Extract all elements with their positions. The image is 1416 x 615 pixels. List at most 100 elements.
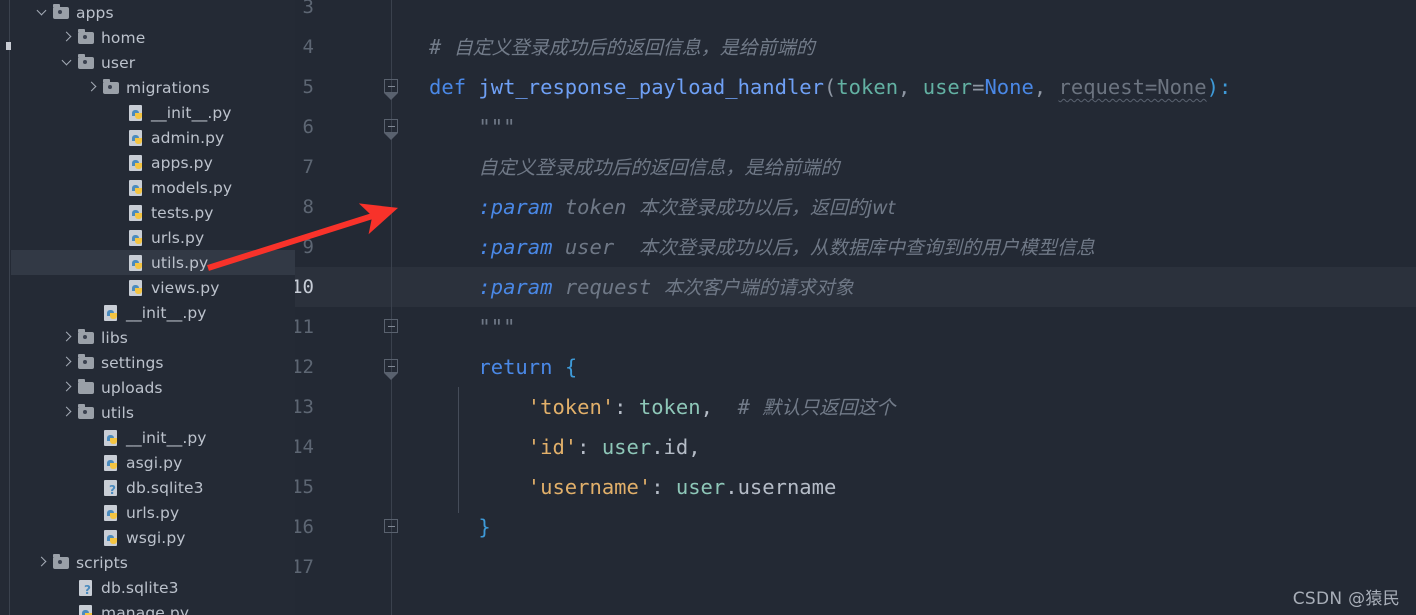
paren-open: ( (823, 75, 837, 99)
line-number-11: 11 (295, 316, 314, 338)
folder-dot (58, 10, 62, 14)
line-number-14: 14 (295, 436, 314, 458)
tree-item-uploads[interactable]: uploads (11, 375, 295, 400)
tree-item-modelspy[interactable]: models.py (11, 175, 295, 200)
chevron-down-icon[interactable] (36, 0, 51, 25)
brace-open: { (564, 355, 578, 379)
colon-sep-1: : (614, 395, 639, 419)
chevron-right-icon[interactable] (61, 375, 76, 400)
folder-module-icon (101, 79, 123, 97)
tree-item-apps[interactable]: apps (11, 0, 295, 25)
chevron-right-icon[interactable] (61, 325, 76, 350)
tree-item-home[interactable]: home (11, 25, 295, 50)
project-tree-list[interactable]: apps home user migrations __init__.py admin.p… (11, 0, 295, 615)
chevron-down-icon[interactable] (61, 50, 76, 75)
code-line-3[interactable] (392, 0, 1416, 27)
tree-item-label: tests.py (151, 203, 214, 222)
question-mark-glyph: ? (84, 582, 91, 597)
tree-item-label: uploads (101, 378, 163, 397)
tree-item-dbsqlite3[interactable]: ? db.sqlite3 (11, 475, 295, 500)
chevron-right-icon[interactable] (86, 75, 101, 100)
tree-item-dbsqlite3[interactable]: ? db.sqlite3 (11, 575, 295, 600)
code-line-5[interactable]: def jwt_response_payload_handler(token, … (392, 67, 1416, 107)
chevron-right-icon[interactable] (36, 550, 51, 575)
tree-item-initpy[interactable]: __init__.py (11, 100, 295, 125)
doc-param-name-user: user (564, 235, 615, 259)
tree-item-urlspy[interactable]: urls.py (11, 225, 295, 250)
tree-item-viewspy[interactable]: views.py (11, 275, 295, 300)
editor-area[interactable]: 3 4 5 6 7 8 9 10 11 12 13 14 15 16 17 # 自定义登录成功后的返回信息，… (295, 0, 1416, 615)
tree-item-migrations[interactable]: migrations (11, 75, 295, 100)
code-line-4[interactable]: # 自定义登录成功后的返回信息，是给前端的 (392, 27, 1416, 67)
code-line-7[interactable]: 自定义登录成功后的返回信息，是给前端的 (392, 147, 1416, 187)
chevron-right-icon[interactable] (61, 25, 76, 50)
code-line-16[interactable]: } (392, 507, 1416, 547)
tree-item-initpy[interactable]: __init__.py (11, 300, 295, 325)
folder-dot (58, 560, 62, 564)
tree-item-label: db.sqlite3 (101, 578, 179, 597)
folder-module-icon (76, 354, 98, 372)
doc-param-desc-token: 本次登录成功以后，返回的jwt (638, 197, 896, 219)
code-line-8[interactable]: :param token 本次登录成功以后，返回的jwt (392, 187, 1416, 227)
param-token: token (836, 75, 899, 99)
tree-item-appspy[interactable]: apps.py (11, 150, 295, 175)
tree-item-libs[interactable]: libs (11, 325, 295, 350)
python-logo-yellow (110, 512, 117, 519)
tree-item-label: apps (76, 3, 114, 22)
python-file-icon (101, 454, 123, 472)
tree-item-scripts[interactable]: scripts (11, 550, 295, 575)
code-content[interactable]: # 自定义登录成功后的返回信息，是给前端的 def jwt_response_p… (392, 0, 1416, 615)
doc-param-desc-user: 本次登录成功以后，从数据库中查询到的用户模型信息 (638, 237, 1095, 259)
tree-item-asgipy[interactable]: asgi.py (11, 450, 295, 475)
code-line-10[interactable]: :param request 本次客户端的请求对象 (392, 267, 1416, 307)
ide-window: apps home user migrations __init__.py admin.p… (0, 0, 1416, 615)
dict-value-user-2: user (675, 475, 726, 499)
code-line-17[interactable] (392, 547, 1416, 587)
brace-close: } (478, 515, 491, 539)
tree-item-urlspy[interactable]: urls.py (11, 500, 295, 525)
tree-item-utils[interactable]: utils (11, 400, 295, 425)
tree-item-settings[interactable]: settings (11, 350, 295, 375)
code-line-14[interactable]: 'id': user.id, (392, 427, 1416, 467)
dot-1: . (651, 435, 664, 459)
chevron-right-icon[interactable] (61, 400, 76, 425)
tree-item-initpy[interactable]: __init__.py (11, 425, 295, 450)
folder-dot (83, 335, 87, 339)
tree-item-utilspy[interactable]: utils.py (11, 250, 295, 275)
python-logo-yellow (135, 287, 142, 294)
line-number-4: 4 (302, 36, 314, 58)
project-tree-panel[interactable]: apps home user migrations __init__.py admin.p… (0, 0, 295, 615)
code-line-11[interactable]: """ (392, 307, 1416, 347)
doc-param-desc-request: 本次客户端的请求对象 (663, 277, 854, 299)
tree-item-testspy[interactable]: tests.py (11, 200, 295, 225)
tree-item-label: admin.py (151, 128, 225, 147)
folder-module-icon (76, 29, 98, 47)
line-number-15: 15 (295, 476, 314, 498)
tree-item-wsgipy[interactable]: wsgi.py (11, 525, 295, 550)
tree-item-adminpy[interactable]: admin.py (11, 125, 295, 150)
folder-plain-icon (76, 379, 98, 397)
tree-item-label: __init__.py (151, 103, 232, 122)
chevron-right-icon[interactable] (61, 350, 76, 375)
python-logo-yellow (110, 312, 117, 319)
python-file-icon (101, 429, 123, 447)
python-file-icon (101, 304, 123, 322)
editor-gutter[interactable]: 3 4 5 6 7 8 9 10 11 12 13 14 15 16 17 (295, 0, 423, 615)
tree-item-managepy[interactable]: manage.py (11, 600, 295, 615)
tree-left-divider (9, 0, 10, 615)
code-line-9[interactable]: :param user 本次登录成功以后，从数据库中查询到的用户模型信息 (392, 227, 1416, 267)
tree-item-user[interactable]: user (11, 50, 295, 75)
code-line-13[interactable]: 'token': token, # 默认只返回这个 (392, 387, 1416, 427)
code-line-6[interactable]: """ (392, 107, 1416, 147)
code-line-15[interactable]: 'username': user.username (392, 467, 1416, 507)
python-logo-yellow (135, 212, 142, 219)
tree-item-label: models.py (151, 178, 233, 197)
tree-item-label: migrations (126, 78, 210, 97)
code-line-12[interactable]: return { (392, 347, 1416, 387)
tree-item-label: settings (101, 353, 164, 372)
